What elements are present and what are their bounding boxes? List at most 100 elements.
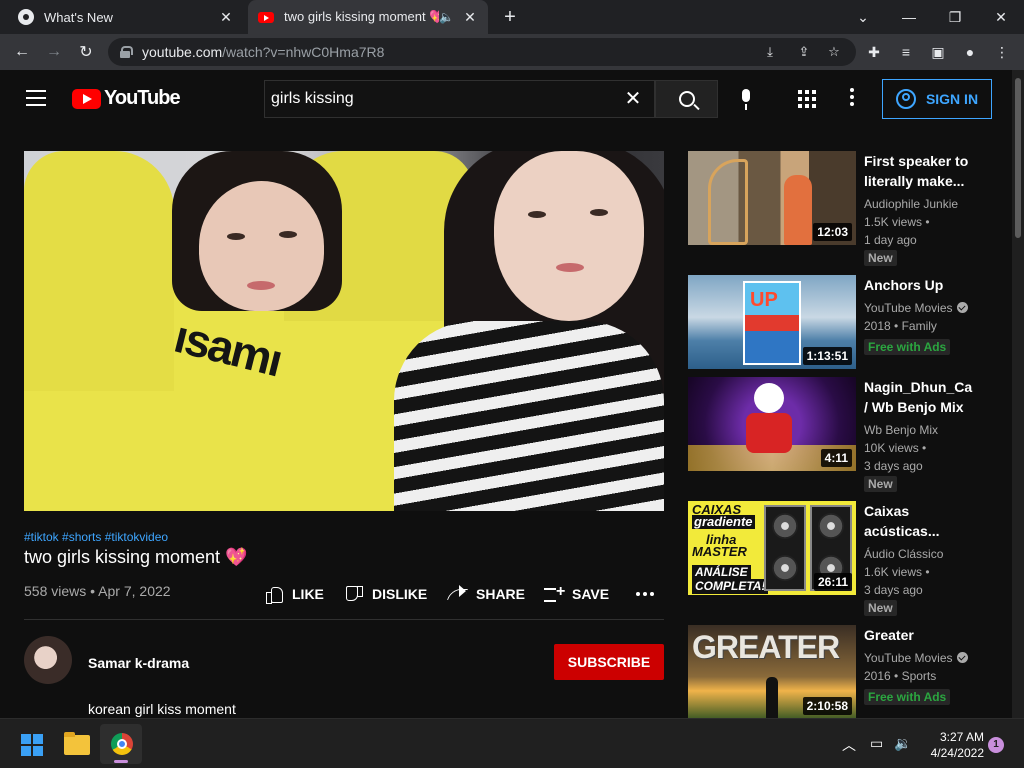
video-player[interactable]: ısamı xyxy=(24,151,664,511)
youtube-apps-icon[interactable] xyxy=(798,90,816,108)
channel-avatar[interactable] xyxy=(24,636,72,684)
channel-name[interactable]: Samar k-drama xyxy=(88,655,189,671)
verified-icon xyxy=(956,302,968,313)
install-app-icon[interactable]: ⤓ xyxy=(760,42,780,62)
video-thumbnail[interactable]: GREATER 2:10:58 xyxy=(688,625,856,719)
dislike-label: DISLIKE xyxy=(372,586,428,602)
close-tab-icon[interactable]: ✕ xyxy=(462,9,478,26)
close-tab-icon[interactable]: ✕ xyxy=(218,9,234,26)
tab-search-chevron-icon[interactable]: ⌄ xyxy=(840,0,886,34)
tab-whats-new[interactable]: What's New ✕ xyxy=(8,0,244,34)
forward-button[interactable]: → xyxy=(42,40,66,64)
rec-channel: Audiophile Junkie xyxy=(864,197,959,211)
thumbnail-text: GREATER xyxy=(692,629,840,665)
rec-year-genre: 2016 • Sports xyxy=(864,669,937,683)
video-duration: 2:10:58 xyxy=(802,697,852,715)
media-control-icon[interactable]: ≡ xyxy=(896,42,916,62)
new-badge: New xyxy=(864,476,897,492)
rec-title[interactable]: Caixas acústicas... xyxy=(864,501,988,541)
chrome-taskbar-button[interactable] xyxy=(100,724,142,764)
volume-icon[interactable]: 🔉 xyxy=(894,735,911,752)
audio-playing-icon[interactable]: 🔈 xyxy=(439,10,454,24)
rec-year-genre: 2018 • Family xyxy=(864,319,937,333)
bookmark-star-icon[interactable]: ☆ xyxy=(824,42,844,62)
browser-menu-icon[interactable]: ⋮ xyxy=(992,42,1012,62)
voice-search-icon[interactable] xyxy=(738,89,754,111)
side-panel-icon[interactable]: ▣ xyxy=(928,42,948,62)
settings-menu-icon[interactable] xyxy=(850,88,858,108)
video-thumbnail[interactable]: UP 1:13:51 xyxy=(688,275,856,369)
rec-date: 3 days ago xyxy=(864,459,923,473)
more-actions-icon[interactable] xyxy=(636,592,654,596)
recommendation-item[interactable]: GREATER 2:10:58 Greater YouTube Movies 2… xyxy=(688,625,1008,719)
rec-channel: YouTube Movies xyxy=(864,299,968,317)
reload-button[interactable]: ↻ xyxy=(74,40,98,64)
notification-badge[interactable]: 1 xyxy=(988,737,1004,753)
recommendation-item[interactable]: 4:11 Nagin_Dhun_Ca / Wb Benjo Mix Wb Ben… xyxy=(688,377,1008,497)
tab-strip: What's New ✕ two girls kissing moment 💖 … xyxy=(0,0,1024,34)
new-tab-button[interactable]: + xyxy=(498,5,522,29)
start-windows-icon[interactable] xyxy=(21,734,43,756)
video-title: two girls kissing moment 💖 xyxy=(24,547,248,567)
tab-title: What's New xyxy=(44,9,113,25)
video-duration: 4:11 xyxy=(820,449,852,467)
scrollbar-thumb[interactable] xyxy=(1015,78,1021,238)
rec-title[interactable]: Anchors Up xyxy=(864,275,988,295)
rec-channel: Wb Benjo Mix xyxy=(864,423,939,437)
recommendation-item[interactable]: 12:03 First speaker to literally make...… xyxy=(688,151,1008,271)
tab-youtube-video[interactable]: two girls kissing moment 💖 🔈 ✕ xyxy=(248,0,488,34)
url-path: /watch?v=nhwC0Hma7R8 xyxy=(222,44,385,60)
save-button[interactable]: SAVE xyxy=(544,583,610,604)
system-clock[interactable]: 3:27 AM 4/24/2022 xyxy=(922,729,984,761)
rec-title[interactable]: First speaker to literally make... xyxy=(864,151,988,191)
browser-toolbar: ← → ↻ youtube.com/watch?v=nhwC0Hma7R8 ⤓ … xyxy=(0,34,1024,70)
network-icon[interactable]: ▭ xyxy=(870,735,883,752)
free-with-ads-badge: Free with Ads xyxy=(864,339,951,355)
extensions-icon[interactable]: ✚ xyxy=(864,42,884,62)
sign-in-label: SIGN IN xyxy=(925,91,979,107)
address-bar[interactable]: youtube.com/watch?v=nhwC0Hma7R8 ⤓ ⇪ ☆ xyxy=(108,38,856,66)
free-with-ads-badge: Free with Ads xyxy=(864,689,951,705)
tab-title: two girls kissing moment 💖 xyxy=(284,9,440,24)
sign-in-button[interactable]: SIGN IN xyxy=(882,79,992,119)
url-host: youtube.com xyxy=(142,44,223,60)
video-duration: 1:13:51 xyxy=(802,347,852,365)
subscribe-button[interactable]: SUBSCRIBE xyxy=(554,644,664,680)
lock-icon[interactable] xyxy=(120,46,133,58)
share-label: SHARE xyxy=(476,586,526,602)
minimize-button[interactable]: — xyxy=(886,0,932,34)
rec-title[interactable]: Nagin_Dhun_Ca / Wb Benjo Mix xyxy=(864,377,988,417)
restore-button[interactable]: ❐ xyxy=(932,0,978,34)
video-thumbnail[interactable]: 12:03 xyxy=(688,151,856,245)
rec-views: 1.6K views • xyxy=(864,565,930,579)
rec-channel: YouTube Movies xyxy=(864,649,968,667)
video-duration: 12:03 xyxy=(813,223,852,241)
recommendation-item[interactable]: CAIXAS gradiente linha MASTER ANÁLISE CO… xyxy=(688,501,1008,621)
video-hashtags[interactable]: #tiktok #shorts #tiktokvideo xyxy=(24,530,168,544)
share-page-icon[interactable]: ⇪ xyxy=(794,42,814,62)
rec-views: 1.5K views • xyxy=(864,215,930,229)
like-button[interactable]: LIKE xyxy=(264,584,324,604)
chevron-up-icon[interactable]: ︿ xyxy=(842,735,856,755)
rec-title[interactable]: Greater xyxy=(864,625,988,645)
video-thumbnail[interactable]: 4:11 xyxy=(688,377,856,471)
search-input[interactable]: girls kissing xyxy=(264,80,655,118)
save-label: SAVE xyxy=(572,586,610,602)
page-scrollbar[interactable] xyxy=(1012,70,1024,718)
dislike-button[interactable]: DISLIKE xyxy=(344,584,427,604)
close-window-button[interactable]: ✕ xyxy=(978,0,1024,34)
guide-menu-icon[interactable] xyxy=(26,90,46,106)
share-button[interactable]: SHARE xyxy=(448,584,525,604)
clock-time: 3:27 AM xyxy=(939,730,984,744)
video-thumbnail[interactable]: CAIXAS gradiente linha MASTER ANÁLISE CO… xyxy=(688,501,856,595)
search-icon xyxy=(678,91,695,107)
clock-date: 4/24/2022 xyxy=(930,746,984,760)
thumbs-up-icon xyxy=(264,585,284,604)
profile-icon[interactable]: ● xyxy=(960,42,980,62)
file-explorer-icon[interactable] xyxy=(64,732,90,755)
back-button[interactable]: ← xyxy=(10,40,34,64)
clear-search-icon[interactable]: ✕ xyxy=(622,88,644,110)
search-button[interactable] xyxy=(655,80,718,118)
youtube-logo[interactable]: YouTube xyxy=(72,87,181,110)
new-badge: New xyxy=(864,250,897,266)
